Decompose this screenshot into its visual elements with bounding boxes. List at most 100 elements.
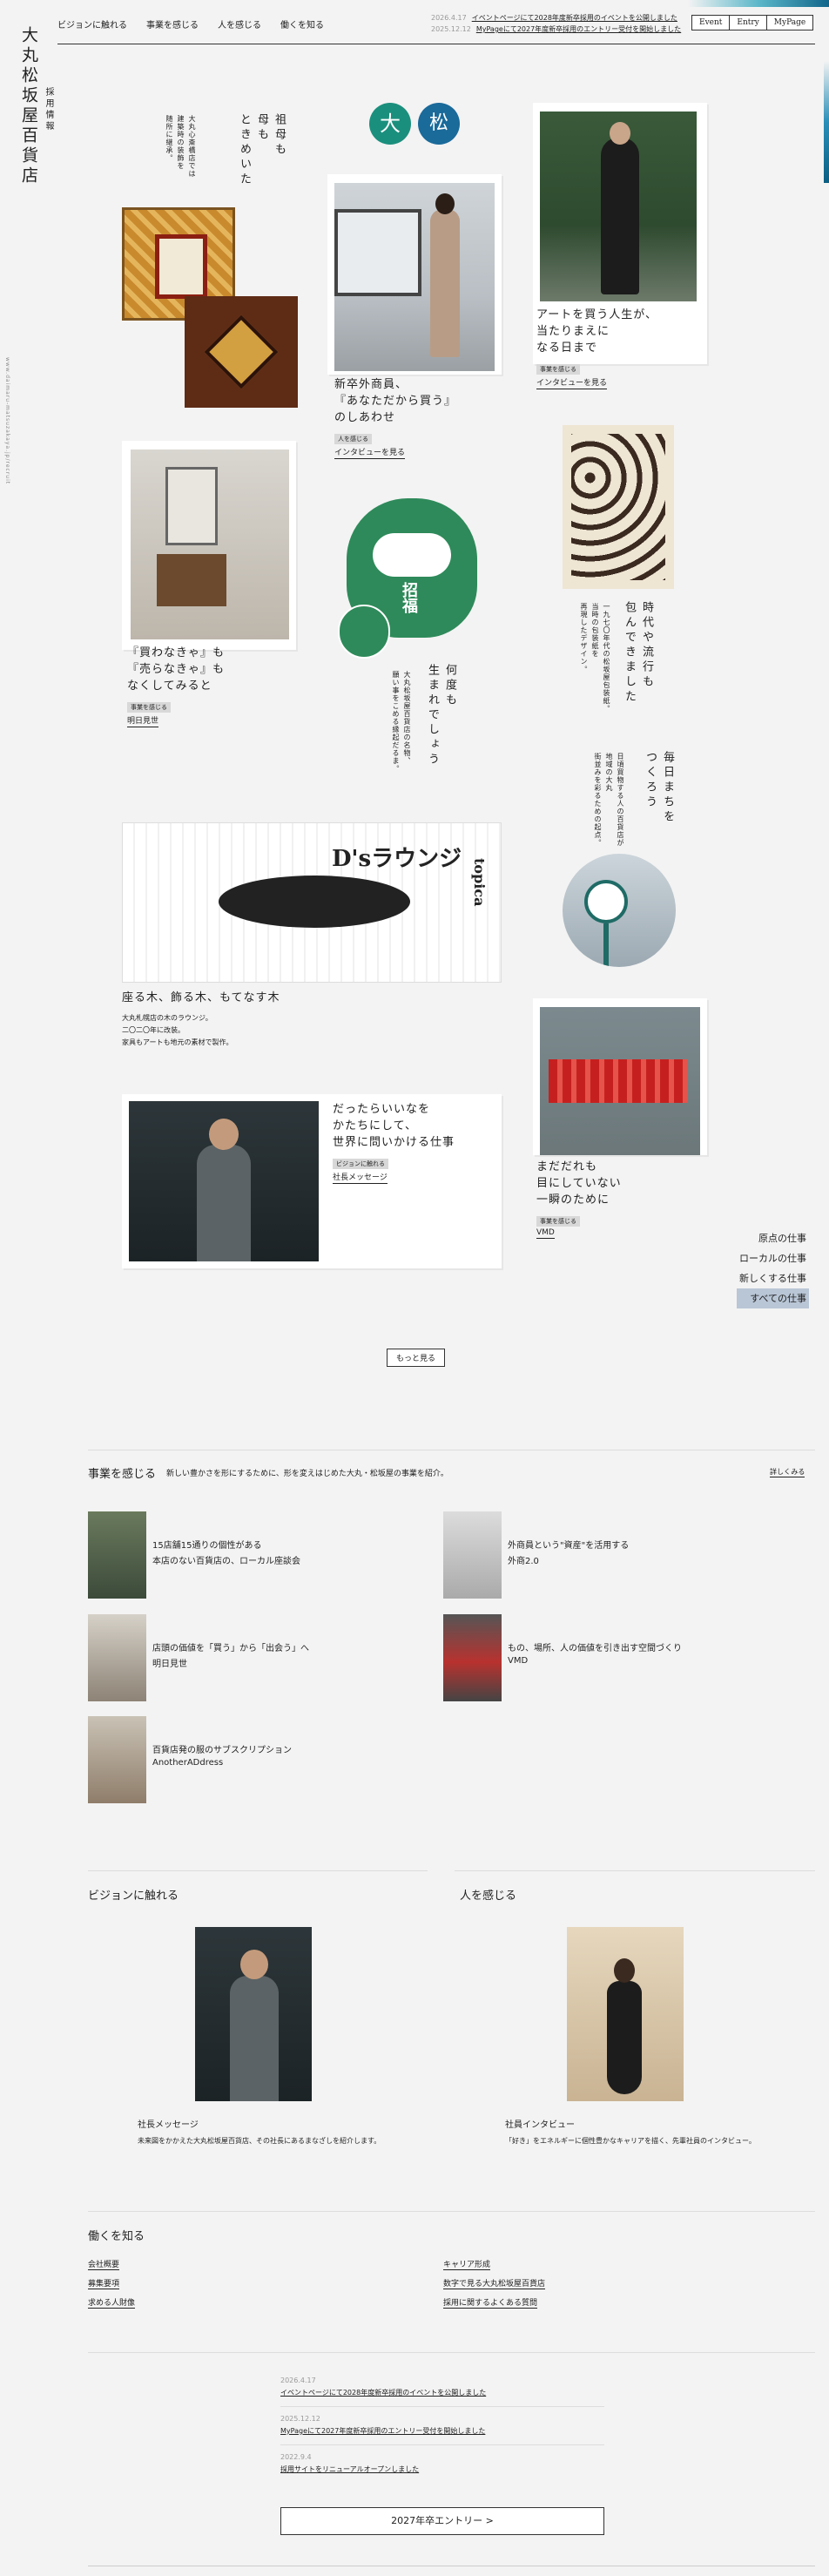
news-date: 2025.12.12 <box>431 25 471 33</box>
vmd-link[interactable]: VMD <box>536 1228 555 1239</box>
business-item[interactable]: 店頭の価値を「買う」から「出会う」へ 明日見世 <box>88 1614 419 1701</box>
wrapping-pattern <box>571 434 665 580</box>
buy-photo[interactable] <box>131 450 289 639</box>
vision-desc: 未来図をかかえた大丸松坂屋百貨店、その社長にあるまなざしを紹介します。 <box>138 2137 381 2145</box>
nav-work[interactable]: 働くを知る <box>280 17 324 30</box>
news-date: 2026.4.17 <box>431 14 467 22</box>
person-head <box>240 1950 268 1979</box>
section-divider <box>455 1870 815 1871</box>
news-date: 2026.4.17 <box>280 2377 316 2384</box>
buy-link[interactable]: 明日見世 <box>127 714 159 727</box>
president-photo[interactable] <box>129 1101 319 1261</box>
nav-people[interactable]: 人を感じる <box>218 17 261 30</box>
poster-side-text: topica <box>471 858 488 907</box>
business-item-line2: VMD <box>508 1656 529 1666</box>
nav-vision[interactable]: ビジョンに触れる <box>57 17 127 30</box>
business-item-line2: AnotherADdress <box>152 1758 224 1768</box>
work-link-faq[interactable]: 採用に関するよくある質問 <box>443 2296 538 2309</box>
news-date: 2025.12.12 <box>280 2415 320 2423</box>
work-link-numbers[interactable]: 数字で見る大丸松坂屋百貨店 <box>443 2277 546 2289</box>
art-link[interactable]: インタビューを見る <box>536 376 608 389</box>
business-thumb <box>443 1614 502 1701</box>
business-item-line1: 外商員という"資産"を活用する <box>508 1541 630 1551</box>
buy-title: 『買わなきゃ』も 『売らなきゃ』も なくしてみると <box>127 646 226 693</box>
category-filter: 原点の仕事 ローカルの仕事 新しくする仕事 すべての仕事 <box>737 1228 809 1308</box>
filter-all[interactable]: すべての仕事 <box>737 1288 809 1308</box>
era-photo[interactable] <box>563 425 674 589</box>
business-thumb <box>88 1716 146 1803</box>
newgrad-link[interactable]: インタビューを見る <box>334 446 406 459</box>
work-link-career[interactable]: キャリア形成 <box>443 2258 491 2270</box>
mypage-button[interactable]: MyPage <box>765 15 814 30</box>
side-url: www.daimaru-matsuzakaya.jp/recruit <box>4 357 10 485</box>
vmd-photo[interactable] <box>540 1007 700 1155</box>
president-title: だったらいいなを かたちにして、 世界に問いかける仕事 <box>333 1103 455 1149</box>
global-nav: ビジョンに触れる 事業を感じる 人を感じる 働くを知る <box>57 17 324 30</box>
entry-button[interactable]: Entry <box>729 15 767 30</box>
more-button[interactable]: もっと見る <box>387 1349 446 1367</box>
news-item[interactable]: 2025.12.12 MyPageにて2027年度新卒採用のエントリー受付を開始… <box>280 2415 604 2436</box>
car-trunk <box>334 209 421 296</box>
ornament-star <box>204 314 279 389</box>
news-text[interactable]: イベントページにて2028年度新卒採用のイベントを公開しました <box>472 14 677 22</box>
header-news-item[interactable]: 2026.4.17 イベントページにて2028年度新卒採用のイベントを公開しました <box>431 12 681 24</box>
news-text[interactable]: MyPageにて2027年度新卒採用のエントリー受付を開始しました <box>280 2426 604 2436</box>
entry-2027-button[interactable]: 2027年卒エントリー > <box>280 2507 604 2535</box>
vision-label[interactable]: 社長メッセージ <box>138 2117 199 2130</box>
work-link-recruit[interactable]: 募集要項 <box>88 2277 120 2289</box>
business-item[interactable]: 外商員という"資産"を活用する 外商2.0 <box>443 1511 774 1599</box>
filter-local[interactable]: ローカルの仕事 <box>737 1248 809 1268</box>
matsuzakaya-logo: 松 <box>418 103 460 145</box>
person-figure <box>601 138 639 294</box>
grandma-desc: 大丸心斎橋店では 建築時の装飾を 随所に継承。 <box>165 115 196 178</box>
work-link-ideal[interactable]: 求める人財像 <box>88 2296 136 2309</box>
display-stand <box>157 554 226 606</box>
president-link[interactable]: 社長メッセージ <box>333 1171 388 1184</box>
nav-business[interactable]: 事業を感じる <box>146 17 199 30</box>
business-desc: 新しい豊かさを形にするために、形を変えはじめた大丸・松坂屋の事業を紹介。 <box>166 1470 448 1478</box>
section-divider <box>88 2211 815 2212</box>
newgrad-photo[interactable] <box>334 183 495 371</box>
vmd-title: まだだれも 目にしていない 一瞬のために <box>536 1160 622 1207</box>
news-item[interactable]: 2026.4.17 イベントページにて2028年度新卒採用のイベントを公開しまし… <box>280 2377 604 2397</box>
president-tag: ビジョンに触れる <box>333 1159 388 1169</box>
news-item[interactable]: 2022.9.4 採用サイトをリニューアルオープンしました <box>280 2453 604 2474</box>
clock-photo[interactable] <box>563 854 676 967</box>
side-gradient-bar <box>824 61 829 183</box>
person-head <box>614 1958 635 1983</box>
clock-face <box>584 880 628 923</box>
art-photo[interactable] <box>540 112 697 301</box>
business-more-link[interactable]: 詳しくみる <box>770 1467 805 1477</box>
news-text[interactable]: MyPageにて2027年度新卒採用のエントリー受付を開始しました <box>476 25 681 33</box>
event-button[interactable]: Event <box>691 15 731 30</box>
header-news-item[interactable]: 2025.12.12 MyPageにて2027年度新卒採用のエントリー受付を開始し… <box>431 24 681 35</box>
business-thumb <box>88 1511 146 1599</box>
top-gradient <box>688 0 829 7</box>
business-item-line1: 百貨店発の服のサブスクリプション <box>152 1746 292 1755</box>
business-item-line2: 本店のない百貨店の、ローカル座談会 <box>152 1557 300 1566</box>
person-figure <box>607 1981 642 2094</box>
filter-origin[interactable]: 原点の仕事 <box>737 1228 809 1248</box>
people-label[interactable]: 社員インタビュー <box>505 2117 575 2130</box>
business-item[interactable]: 百貨店発の服のサブスクリプション AnotherADdress <box>88 1716 419 1803</box>
daruma-title: 何度も 生まれでしょう <box>426 664 456 767</box>
work-link-company[interactable]: 会社概要 <box>88 2258 120 2270</box>
header-buttons: Event Entry MyPage <box>691 15 814 30</box>
ornament-photo-2[interactable] <box>185 296 298 408</box>
vmd-display <box>549 1059 688 1103</box>
lounge-poster[interactable]: D'sラウンジ topica <box>122 822 502 983</box>
town-desc: 日頃買物する人の百貨店が 地域の大丸 街並みを彩るための起点。 <box>594 753 624 847</box>
person-figure <box>230 1976 279 2101</box>
news-text[interactable]: イベントページにて2028年度新卒採用のイベントを公開しました <box>280 2388 604 2397</box>
business-item[interactable]: 15店舗15通りの個性がある 本店のない百貨店の、ローカル座談会 <box>88 1511 419 1599</box>
people-photo[interactable] <box>567 1927 684 2101</box>
news-divider <box>280 2406 604 2407</box>
newgrad-tag: 人を感じる <box>334 434 372 444</box>
site-logo[interactable]: 大丸松坂屋百貨店 <box>19 26 38 186</box>
work-title: 働くを知る <box>88 2230 145 2243</box>
business-item[interactable]: もの、場所、人の価値を引き出す空間づくり VMD <box>443 1614 774 1701</box>
news-text[interactable]: 採用サイトをリニューアルオープンしました <box>280 2464 604 2474</box>
vision-photo[interactable] <box>195 1927 312 2101</box>
filter-new[interactable]: 新しくする仕事 <box>737 1268 809 1288</box>
person-head <box>435 193 455 214</box>
